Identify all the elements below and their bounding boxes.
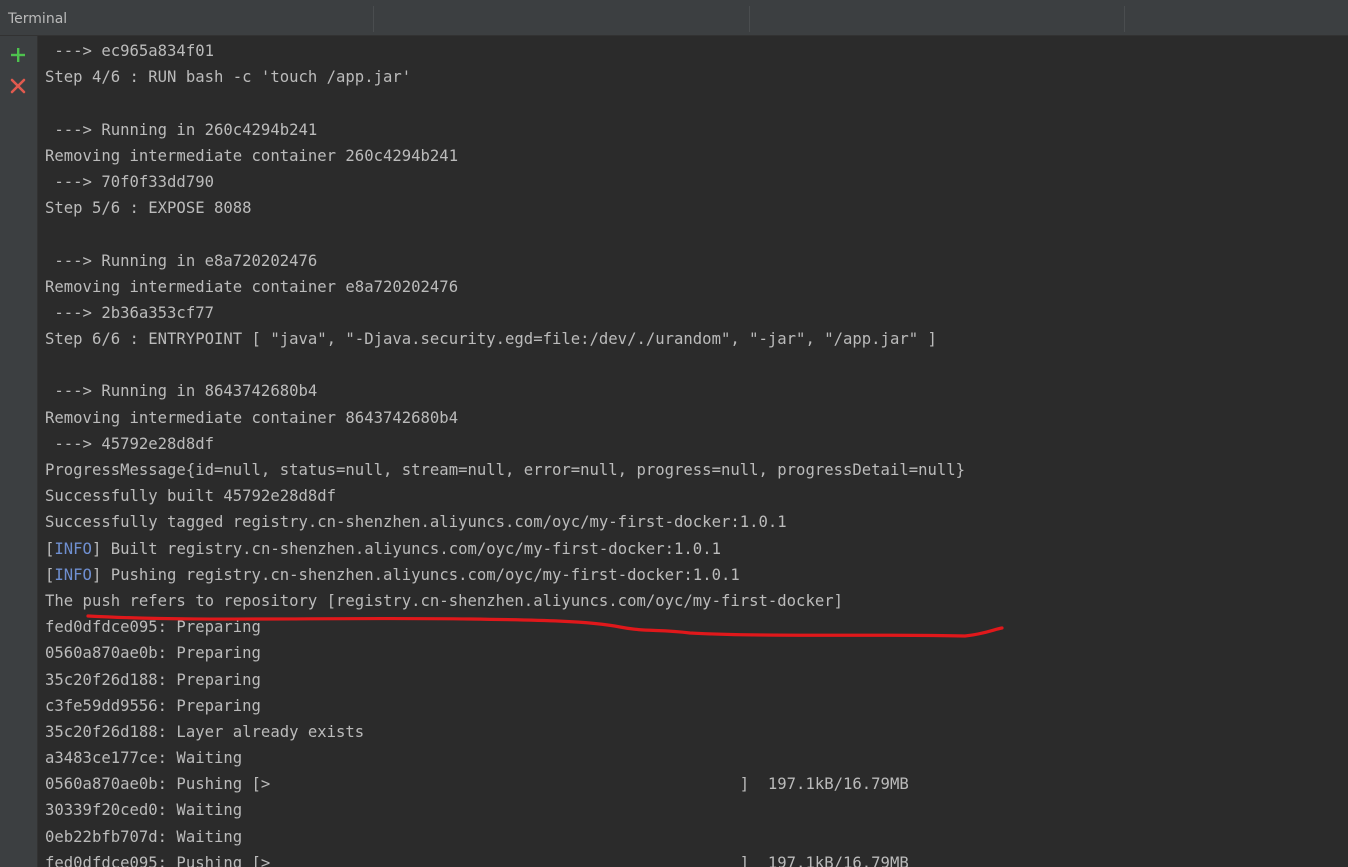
log-level-tag: INFO (54, 565, 92, 584)
window-title: Terminal (8, 11, 68, 27)
terminal-line: ProgressMessage{id=null, status=null, st… (45, 461, 966, 479)
terminal-line: [INFO] Built registry.cn-shenzhen.aliyun… (45, 536, 965, 562)
terminal-line: [INFO] Pushing registry.cn-shenzhen.aliy… (45, 562, 965, 588)
new-session-button[interactable] (7, 44, 29, 66)
terminal-line: ---> Running in 260c4294b241 (45, 120, 318, 139)
terminal-line: 0eb22bfb707d: Waiting (45, 827, 243, 846)
plus-icon (11, 48, 25, 62)
terminal-line: Removing intermediate container 86437426… (45, 408, 459, 427)
terminal-line: ---> 70f0f33dd790 (45, 172, 214, 191)
terminal-line: a3483ce177ce: Waiting (45, 749, 243, 768)
terminal-output[interactable]: ---> ec965a834f01 Step 4/6 : RUN bash -c … (38, 36, 1348, 867)
terminal-line: ---> ec965a834f01 (45, 42, 214, 60)
close-session-button[interactable] (7, 75, 29, 97)
terminal-line: ---> Running in 8643742680b4 (45, 382, 318, 401)
close-icon (10, 78, 26, 94)
log-bracket: [ (45, 539, 55, 558)
terminal-title-bar: Terminal (0, 0, 1348, 36)
terminal-line: Step 6/6 : ENTRYPOINT [ "java", "-Djava.… (45, 330, 937, 349)
log-message: ] Built registry.cn-shenzhen.aliyuncs.co… (91, 539, 721, 558)
terminal-line: 0560a870ae0b: Pushing [> ] 197.1kB/16.79… (45, 775, 909, 794)
terminal-line: Removing intermediate container 260c4294… (45, 146, 459, 165)
tab-divider (1124, 6, 1125, 32)
terminal-line: c3fe59dd9556: Preparing (45, 696, 261, 715)
terminal-line: ---> 45792e28d8df (45, 434, 214, 453)
terminal-line: Successfully tagged registry.cn-shenzhen… (45, 513, 787, 532)
terminal-line: Step 4/6 : RUN bash -c 'touch /app.jar' (45, 68, 412, 87)
terminal-line: Successfully built 45792e28d8df (45, 487, 337, 506)
terminal-line: fed0dfdce095: Pushing [> ] 197.1kB/16.79… (45, 853, 909, 867)
terminal-line: Removing intermediate container e8a72020… (45, 277, 459, 296)
tab-divider (373, 6, 374, 32)
terminal-line: Step 5/6 : EXPOSE 8088 (45, 199, 252, 218)
terminal-line: The push refers to repository [registry.… (45, 591, 843, 610)
terminal-line: fed0dfdce095: Preparing (45, 618, 261, 637)
log-bracket: [ (45, 565, 55, 584)
tab-divider (749, 6, 750, 32)
terminal-line: ---> 2b36a353cf77 (45, 303, 214, 322)
terminal-toolbar (0, 36, 38, 867)
terminal-line: ---> Running in e8a720202476 (45, 251, 318, 270)
log-level-tag: INFO (54, 539, 92, 558)
terminal-line: 35c20f26d188: Preparing (45, 670, 261, 689)
log-message: ] Pushing registry.cn-shenzhen.aliyuncs.… (91, 565, 740, 584)
terminal-lines: ---> ec965a834f01 Step 4/6 : RUN bash -c … (45, 38, 965, 867)
terminal-line: 35c20f26d188: Layer already exists (45, 722, 365, 741)
terminal-line: 0560a870ae0b: Preparing (45, 644, 261, 663)
terminal-line: 30339f20ced0: Waiting (45, 801, 243, 820)
